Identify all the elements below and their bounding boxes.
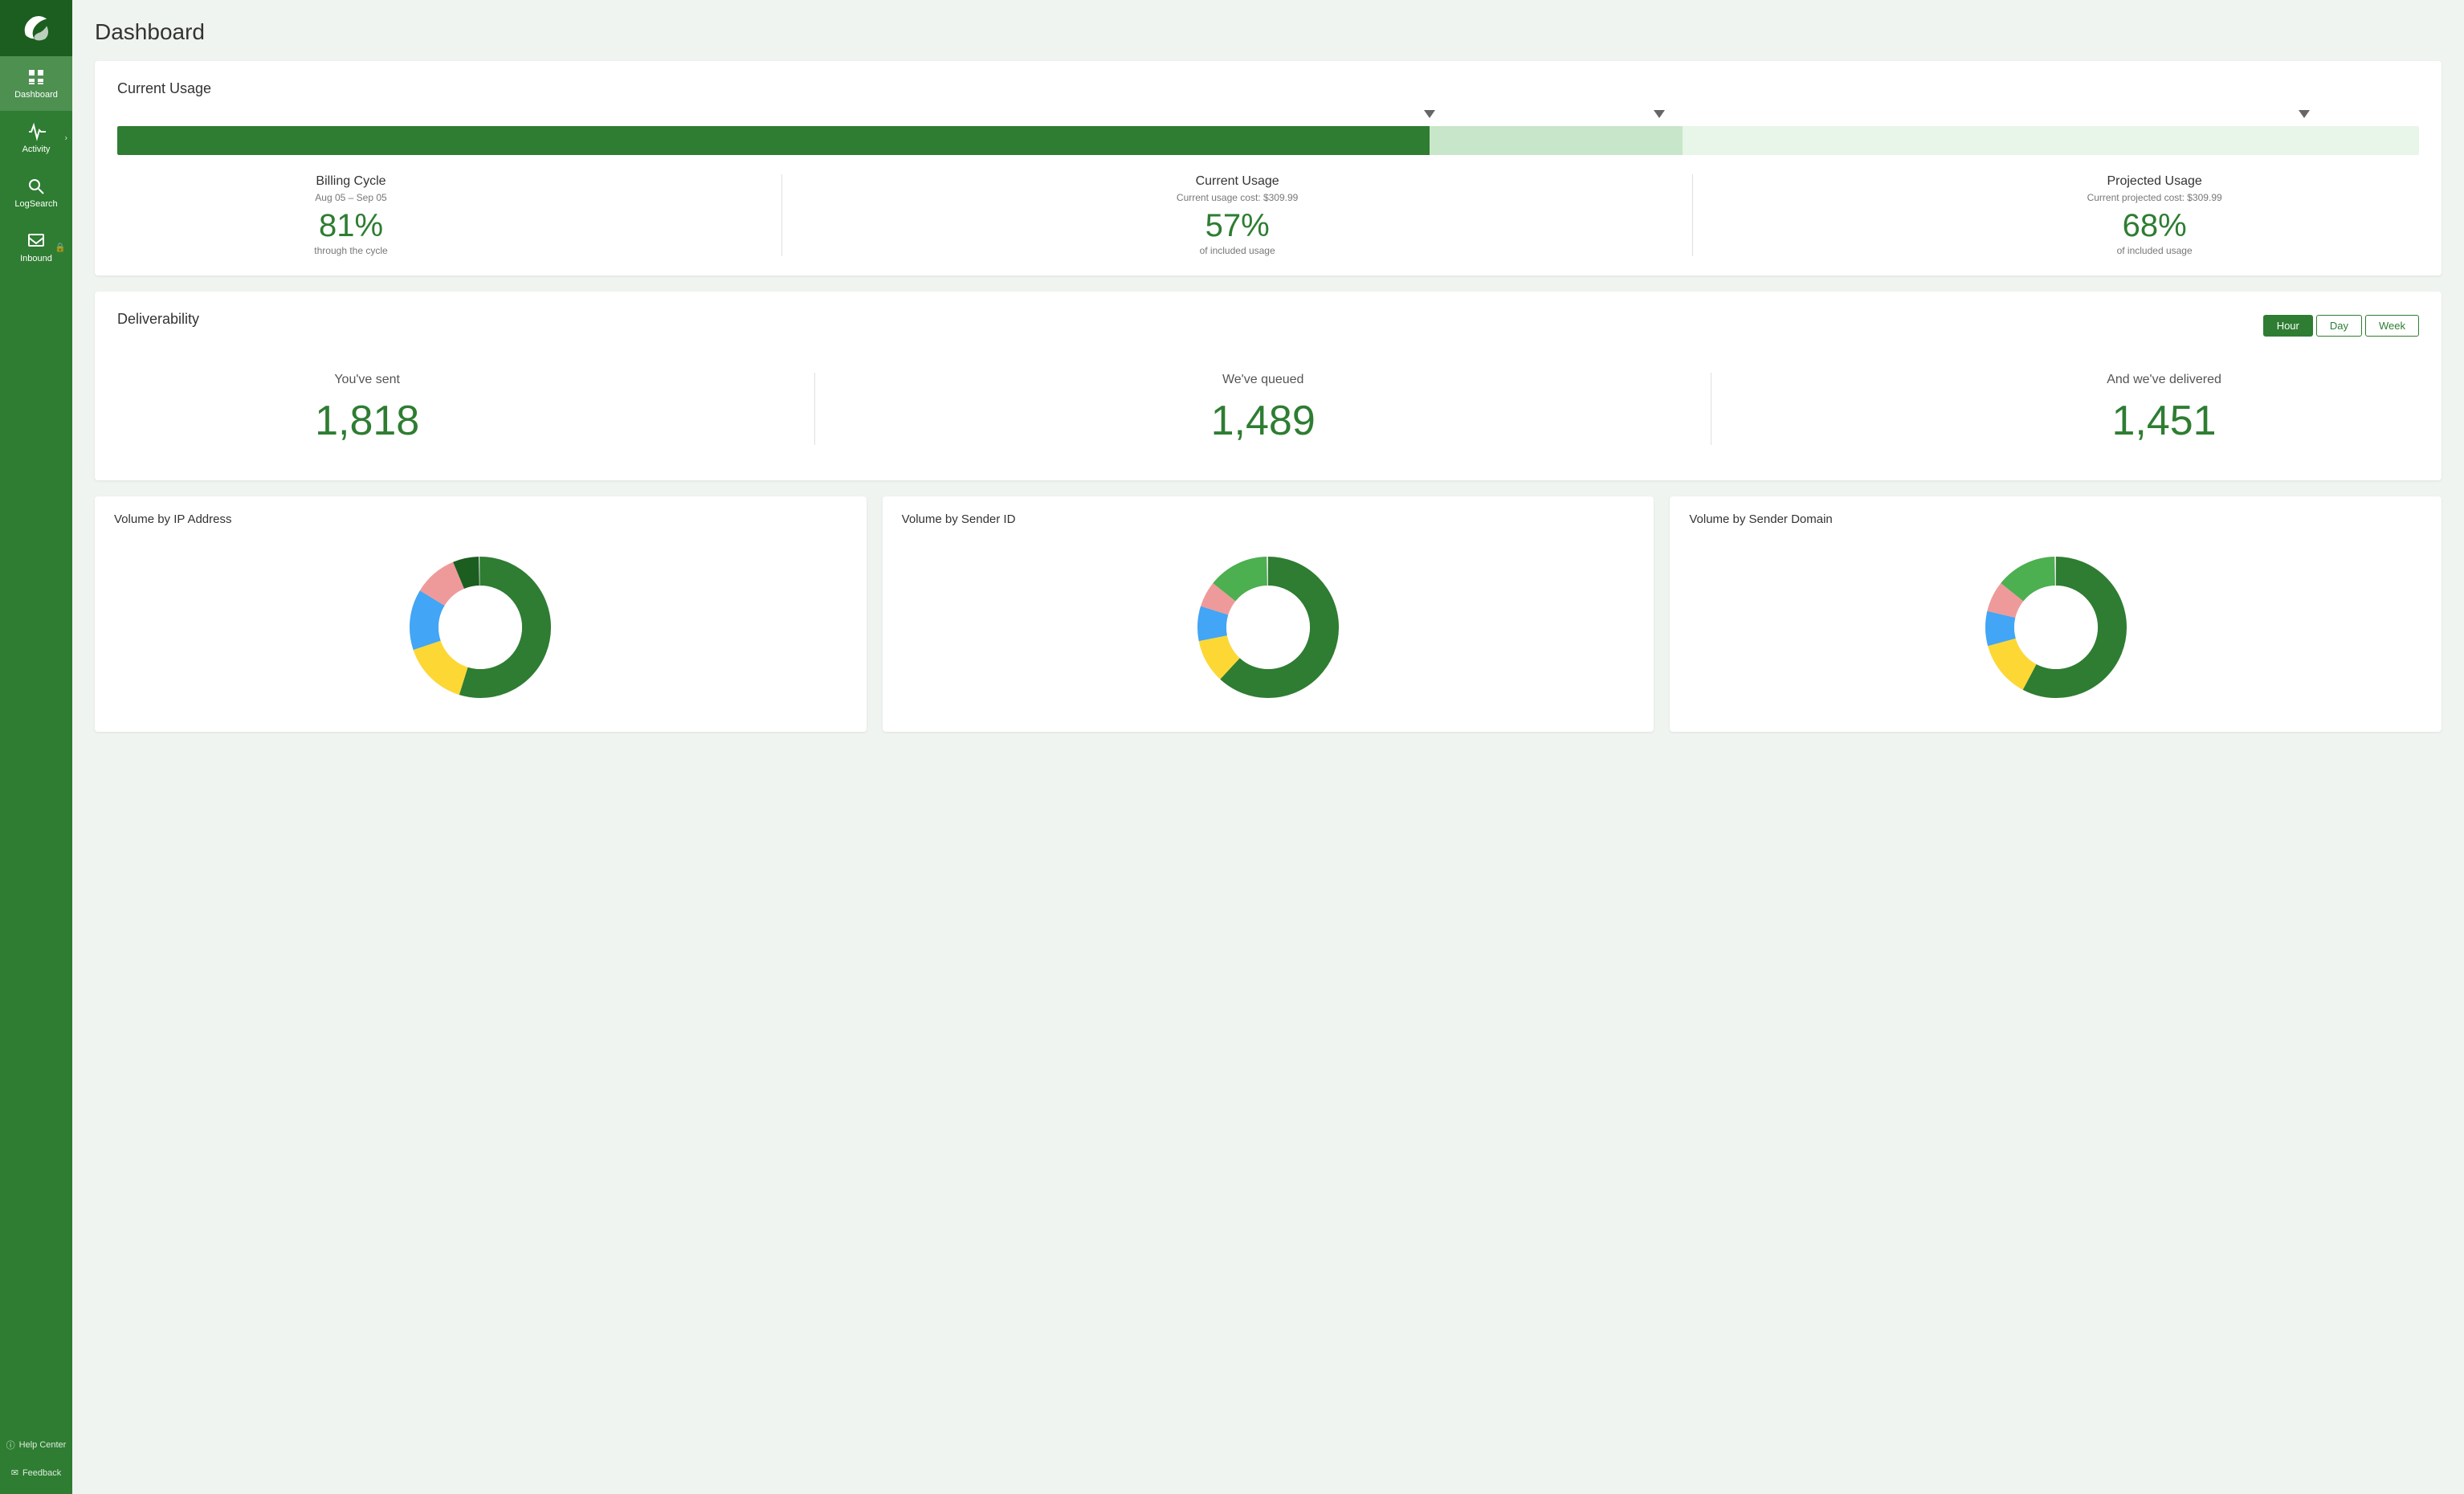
billing-desc: through the cycle	[314, 245, 387, 256]
feedback-label: Feedback	[22, 1468, 61, 1478]
queued-stat: We've queued 1,489	[1211, 373, 1316, 445]
time-hour-button[interactable]: Hour	[2263, 315, 2313, 337]
marker2-triangle	[1654, 110, 1665, 118]
deliverability-title: Deliverability	[117, 311, 199, 328]
projected-sub: Current projected cost: $309.99	[2087, 192, 2222, 203]
deliverability-header: Deliverability Hour Day Week	[117, 311, 2419, 341]
logo-icon	[18, 10, 54, 46]
logsearch-icon	[27, 177, 46, 196]
volume-sender-domain-donut	[1689, 539, 2422, 716]
main-content: Dashboard Current Usage	[72, 0, 2464, 1494]
delivered-stat: And we've delivered 1,451	[2107, 373, 2221, 445]
deliv-divider-1	[814, 373, 815, 445]
inbound-icon	[27, 231, 46, 251]
time-week-button[interactable]: Week	[2365, 315, 2419, 337]
usage-stats: Billing Cycle Aug 05 – Sep 05 81% throug…	[117, 174, 2419, 256]
volume-sender-id-title: Volume by Sender ID	[902, 512, 1635, 526]
current-stat: Current Usage Current usage cost: $309.9…	[1177, 174, 1298, 256]
sidebar-activity-label: Activity	[22, 145, 51, 154]
sidebar: Dashboard Activity › LogSearch Inbound 🔒…	[0, 0, 72, 1494]
time-toggle: Hour Day Week	[2263, 315, 2419, 337]
sent-stat: You've sent 1,818	[315, 373, 419, 445]
stat-divider-2	[1692, 174, 1693, 256]
projected-stat: Projected Usage Current projected cost: …	[2087, 174, 2222, 256]
billing-dates: Aug 05 – Sep 05	[314, 192, 387, 203]
usage-bar-track	[117, 126, 2419, 155]
queued-value: 1,489	[1211, 397, 1316, 445]
sender-id-donut-svg	[1188, 547, 1348, 708]
sent-label: You've sent	[315, 373, 419, 387]
sidebar-feedback[interactable]: ✉ Feedback	[0, 1459, 72, 1486]
billing-label: Billing Cycle	[314, 174, 387, 189]
help-icon: ⓘ	[6, 1439, 15, 1451]
deliverability-stats: You've sent 1,818 We've queued 1,489 And…	[117, 357, 2419, 461]
volume-sender-id-card: Volume by Sender ID	[883, 496, 1654, 732]
activity-chevron-icon: ›	[65, 134, 67, 143]
feedback-icon: ✉	[11, 1467, 18, 1478]
usage-bar-light	[1430, 126, 1683, 155]
queued-label: We've queued	[1211, 373, 1316, 387]
current-sub: Current usage cost: $309.99	[1177, 192, 1298, 203]
delivered-value: 1,451	[2107, 397, 2221, 445]
marker1-triangle	[1424, 110, 1435, 118]
sidebar-bottom: ⓘ Help Center ✉ Feedback	[0, 1431, 72, 1494]
sidebar-item-activity[interactable]: Activity ›	[0, 111, 72, 165]
marker3-triangle	[2299, 110, 2310, 118]
billing-stat: Billing Cycle Aug 05 – Sep 05 81% throug…	[314, 174, 387, 256]
volume-sender-id-donut	[902, 539, 1635, 716]
volume-sender-domain-title: Volume by Sender Domain	[1689, 512, 2422, 526]
volume-cards-row: Volume by IP Address	[95, 496, 2442, 732]
sidebar-dashboard-label: Dashboard	[14, 90, 58, 100]
projected-label: Projected Usage	[2087, 174, 2222, 189]
delivered-label: And we've delivered	[2107, 373, 2221, 387]
sender-domain-donut-svg	[1976, 547, 2136, 708]
dashboard-icon	[27, 67, 46, 87]
stat-divider-1	[781, 174, 782, 256]
ip-donut-svg	[400, 547, 561, 708]
sidebar-inbound-label: Inbound	[20, 254, 52, 263]
sidebar-item-dashboard[interactable]: Dashboard	[0, 56, 72, 111]
sent-value: 1,818	[315, 397, 419, 445]
deliverability-card: Deliverability Hour Day Week You've sent…	[95, 292, 2442, 480]
projected-desc: of included usage	[2087, 245, 2222, 256]
volume-sender-domain-card: Volume by Sender Domain	[1670, 496, 2442, 732]
page-title: Dashboard	[95, 19, 2442, 45]
current-usage-title: Current Usage	[117, 80, 2419, 97]
current-desc: of included usage	[1177, 245, 1298, 256]
time-day-button[interactable]: Day	[2316, 315, 2362, 337]
projected-value: 68%	[2087, 210, 2222, 242]
sidebar-item-logsearch[interactable]: LogSearch	[0, 165, 72, 220]
activity-icon	[27, 122, 46, 141]
current-label: Current Usage	[1177, 174, 1298, 189]
usage-bar-container	[117, 110, 2419, 155]
sidebar-logsearch-label: LogSearch	[14, 199, 57, 209]
current-value: 57%	[1177, 210, 1298, 242]
billing-value: 81%	[314, 210, 387, 242]
current-usage-card: Current Usage Billing Cyc	[95, 61, 2442, 276]
sidebar-help-center[interactable]: ⓘ Help Center	[0, 1431, 72, 1459]
sidebar-logo[interactable]	[0, 0, 72, 56]
volume-ip-card: Volume by IP Address	[95, 496, 867, 732]
volume-ip-donut	[114, 539, 847, 716]
inbound-lock-icon: 🔒	[55, 243, 66, 253]
volume-ip-title: Volume by IP Address	[114, 512, 847, 526]
usage-bar-green	[117, 126, 1430, 155]
sidebar-item-inbound[interactable]: Inbound 🔒	[0, 220, 72, 275]
help-label: Help Center	[19, 1440, 67, 1450]
